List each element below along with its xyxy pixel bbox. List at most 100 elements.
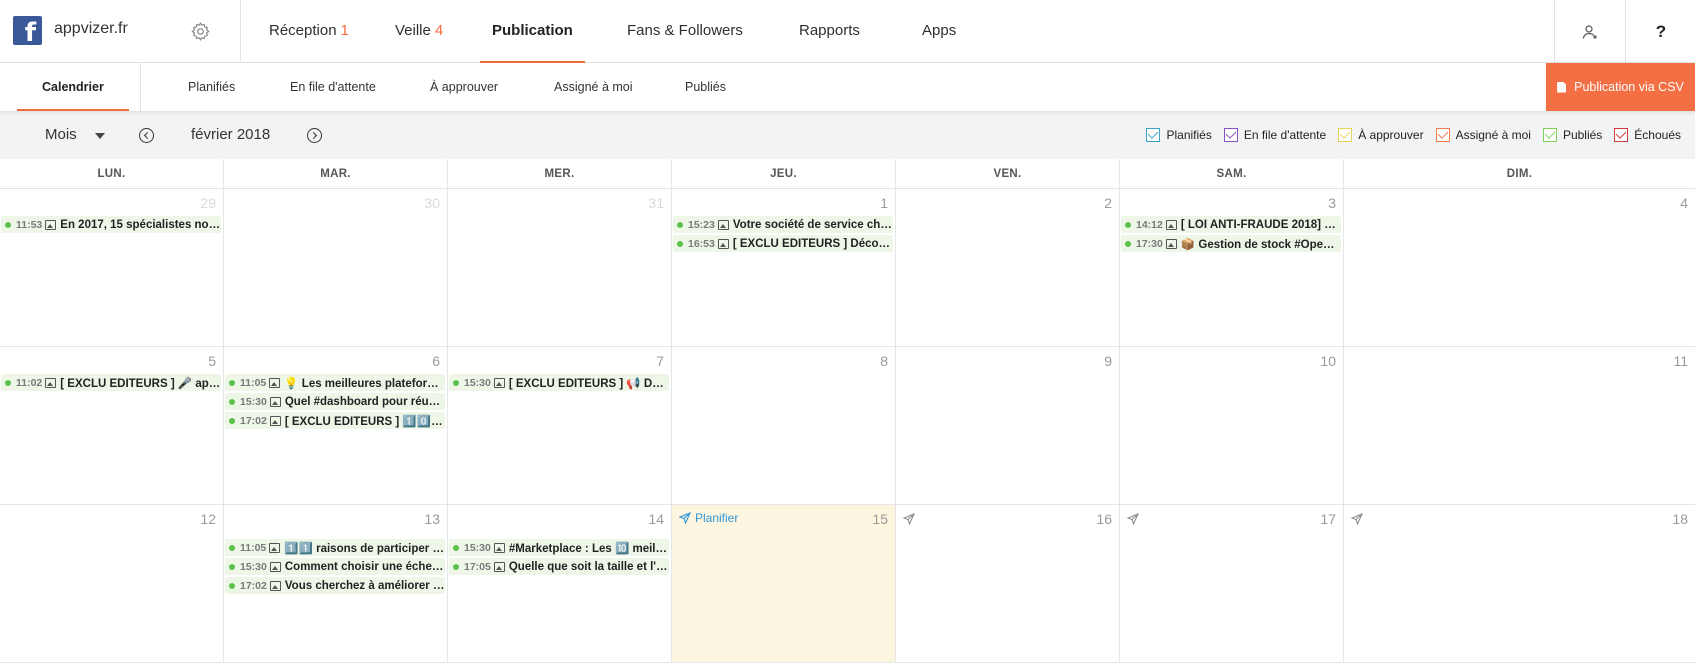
day-cell[interactable]: 9 [896, 347, 1120, 505]
csv-button-label: Publication via CSV [1574, 80, 1684, 94]
event-title: Quel #dashboard pour réussir ... [284, 395, 445, 408]
subtab-calendrier[interactable]: Calendrier [17, 63, 129, 111]
tab-publication[interactable]: Publication [480, 0, 585, 63]
day-number: 30 [424, 195, 440, 211]
weekday-label: MAR. [224, 159, 448, 189]
legend-checkbox[interactable] [1542, 128, 1557, 142]
legend-item[interactable]: À approuver [1338, 128, 1424, 142]
calendar-event[interactable]: 17:05 Quelle que soit la taille et l'acti… [449, 558, 669, 575]
event-title: 📦 Gestion de stock #OpenSou... [1180, 238, 1341, 251]
legend-item[interactable]: Planifiés [1146, 128, 1212, 142]
published-status-dot [229, 398, 235, 405]
tab-reception[interactable]: Réception 1 [269, 0, 349, 63]
day-number: 7 [656, 353, 664, 369]
legend-item[interactable]: Assigné à moi [1435, 128, 1531, 142]
image-icon [269, 580, 281, 591]
reception-count-badge: 1 [340, 22, 349, 39]
legend-item[interactable]: Publiés [1542, 128, 1602, 142]
publication-csv-button[interactable]: Publication via CSV [1546, 63, 1695, 111]
day-cell[interactable]: 14 15:30 #Marketplace : Les 🔟 meilleur... 1… [448, 505, 672, 663]
legend-checkbox[interactable] [1223, 128, 1238, 142]
subtab-en-file-attente[interactable]: En file d'attente [290, 63, 376, 111]
tab-rapports[interactable]: Rapports [799, 0, 860, 63]
day-cell[interactable]: 7 15:30 [ EXCLU EDITEURS ] 📢 Découv... [448, 347, 672, 505]
day-cell[interactable]: 5 11:02 [ EXCLU EDITEURS ] 🎤 appvize... [0, 347, 224, 505]
day-cell[interactable]: 17 [1120, 505, 1344, 663]
day-cell[interactable]: 3 14:12 [ LOI ANTI-FRAUDE 2018] Com... 17:3… [1120, 189, 1344, 347]
day-cell[interactable]: 4 [1344, 189, 1695, 347]
calendar-event[interactable]: 15:30 [ EXCLU EDITEURS ] 📢 Découv... [449, 374, 669, 391]
event-time: 17:02 [240, 414, 267, 427]
legend-checkbox[interactable] [1614, 128, 1629, 142]
calendar-event[interactable]: 16:53 [ EXCLU EDITEURS ] Découvrez ... [673, 235, 893, 252]
add-user-button[interactable] [1555, 0, 1625, 63]
calendar-event[interactable]: 17:30 📦 Gestion de stock #OpenSou... [1121, 235, 1341, 252]
event-title: Quelle que soit la taille et l'acti... [508, 560, 669, 573]
calendar-event[interactable]: 15:23 Votre société de service cherch... [673, 216, 893, 233]
send-icon[interactable] [902, 512, 915, 526]
published-status-dot [453, 544, 459, 551]
event-time: 17:05 [464, 560, 491, 573]
day-cell[interactable]: 11 [1344, 347, 1695, 505]
calendar-event[interactable]: 15:30 Quel #dashboard pour réussir ... [225, 393, 445, 410]
event-time: 11:02 [16, 376, 43, 389]
day-cell[interactable]: 10 [1120, 347, 1344, 505]
subtab-publies[interactable]: Publiés [685, 63, 726, 111]
day-number: 9 [1104, 353, 1112, 369]
calendar-event[interactable]: 17:02 [ EXCLU EDITEURS ] 1️⃣0️⃣ raiso... [225, 412, 445, 429]
day-number: 1 [880, 195, 888, 211]
day-cell[interactable]: 29 11:53 En 2017, 15 spécialistes nous o..… [0, 189, 224, 347]
day-number: 6 [432, 353, 440, 369]
day-cell[interactable]: 6 11:05 💡 Les meilleures plateformes ... 15… [224, 347, 448, 505]
view-select[interactable]: Mois [45, 111, 77, 159]
calendar-event[interactable]: 14:12 [ LOI ANTI-FRAUDE 2018] Com... [1121, 216, 1341, 233]
legend-checkbox[interactable] [1146, 128, 1161, 142]
day-cell[interactable]: 18 [1344, 505, 1695, 663]
calendar-event[interactable]: 15:30 Comment choisir une échelle d... [225, 558, 445, 575]
previous-month-button[interactable] [139, 128, 154, 143]
day-cell[interactable]: 30 [224, 189, 448, 347]
calendar-event[interactable]: 11:02 [ EXCLU EDITEURS ] 🎤 appvize... [1, 374, 221, 391]
day-cell[interactable]: 1 15:23 Votre société de service cherch...… [672, 189, 896, 347]
subtab-a-approuver[interactable]: À approuver [430, 63, 498, 111]
next-month-button[interactable] [307, 128, 322, 143]
help-button[interactable]: ? [1626, 0, 1695, 63]
event-time: 11:53 [16, 218, 43, 231]
tab-veille[interactable]: Veille 4 [395, 0, 443, 63]
send-icon[interactable] [1126, 512, 1139, 526]
day-cell[interactable]: 16 [896, 505, 1120, 663]
weekday-label: DIM. [1506, 168, 1533, 180]
chevron-down-icon[interactable] [95, 133, 105, 139]
day-cell[interactable]: 31 [448, 189, 672, 347]
calendar-event[interactable]: 17:02 Vous cherchez à améliorer la q... [225, 577, 445, 594]
account-name[interactable]: appvizer.fr [54, 20, 128, 38]
event-time: 15:30 [240, 560, 267, 573]
subtab-assigne-a-moi[interactable]: Assigné à moi [554, 63, 633, 111]
calendar-event[interactable]: 11:05 💡 Les meilleures plateformes ... [225, 374, 445, 391]
legend-label: À approuver [1358, 128, 1424, 142]
legend-checkbox[interactable] [1435, 128, 1450, 142]
calendar-event[interactable]: 15:30 #Marketplace : Les 🔟 meilleur... [449, 539, 669, 556]
planifier-link[interactable]: Planifier [679, 511, 738, 525]
day-number: 4 [1680, 195, 1688, 211]
legend-item[interactable]: En file d'attente [1223, 128, 1326, 142]
legend-item[interactable]: Échoués [1614, 128, 1681, 142]
day-cell[interactable]: 8 [672, 347, 896, 505]
event-title: Comment choisir une échelle d... [284, 560, 445, 573]
tab-apps[interactable]: Apps [922, 0, 956, 63]
calendar-toolbar: Mois février 2018 Planifiés En file d'att… [0, 111, 1695, 159]
day-cell[interactable]: 12 [0, 505, 224, 663]
gear-icon[interactable] [190, 21, 211, 42]
day-cell[interactable]: 2 [896, 189, 1120, 347]
tab-fans-followers[interactable]: Fans & Followers [627, 0, 743, 63]
day-cell[interactable]: 13 11:05 1️⃣1️⃣ raisons de participer au .… [224, 505, 448, 663]
weekday-label: MER. [448, 159, 672, 189]
legend-checkbox[interactable] [1338, 128, 1353, 142]
send-icon[interactable] [1350, 512, 1363, 526]
day-cell[interactable]: 15 Planifier [672, 505, 896, 663]
event-title: [ EXCLU EDITEURS ] 🎤 appvize... [60, 377, 221, 390]
calendar-event[interactable]: 11:05 1️⃣1️⃣ raisons de participer au ... [225, 539, 445, 556]
day-number: 31 [648, 195, 664, 211]
subtab-planifies[interactable]: Planifiés [188, 63, 235, 111]
calendar-event[interactable]: 11:53 En 2017, 15 spécialistes nous o... [1, 216, 221, 233]
